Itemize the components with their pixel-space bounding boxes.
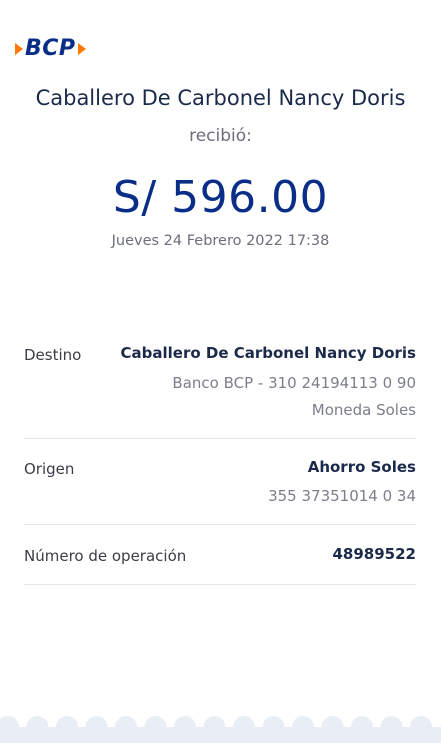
received-label: recibió: [189, 126, 252, 146]
bcp-logo-text: BCP [25, 36, 76, 61]
chevron-right-icon [77, 42, 86, 55]
operation-label: Número de operación [24, 547, 187, 565]
bcp-logo: BCP [15, 36, 86, 61]
origin-account-number: 355 37351014 0 34 [268, 487, 416, 505]
operation-row: Número de operación 48989522 [24, 545, 416, 569]
divider [24, 524, 416, 525]
chevron-right-icon [15, 42, 23, 55]
receipt-scalloped-edge [0, 716, 441, 743]
destination-account: Banco BCP - 310 24194113 0 90 [172, 374, 416, 392]
origin-label: Origen [24, 460, 75, 478]
transfer-amount: S/ 596.00 [112, 172, 329, 223]
origin-account-type: Ahorro Soles [307, 458, 416, 476]
divider [24, 438, 416, 439]
origin-row: Origen Ahorro Soles 355 37351014 0 34 [24, 458, 416, 510]
divider [24, 584, 416, 585]
destination-label: Destino [24, 346, 82, 364]
transfer-datetime: Jueves 24 Febrero 2022 17:38 [111, 233, 330, 249]
operation-number: 48989522 [332, 545, 417, 563]
destination-name: Caballero De Carbonel Nancy Doris [120, 344, 416, 362]
destination-row: Destino Caballero De Carbonel Nancy Dori… [24, 344, 416, 424]
recipient-name: Caballero De Carbonel Nancy Doris [35, 86, 406, 110]
destination-currency: Moneda Soles [311, 401, 416, 419]
